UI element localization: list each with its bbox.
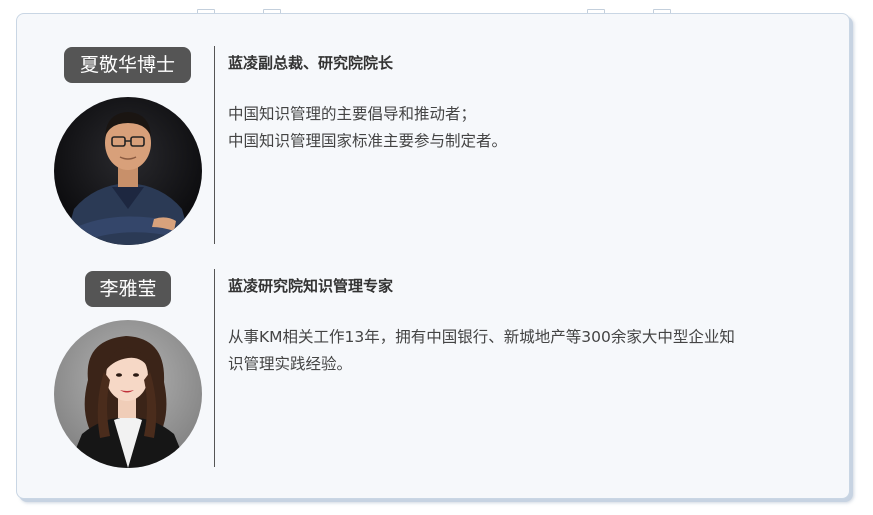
person-title: 蓝凌研究院知识管理专家 bbox=[228, 277, 394, 295]
divider-line bbox=[214, 269, 215, 467]
description-line: 中国知识管理国家标准主要参与制定者。 bbox=[228, 132, 508, 150]
avatar-woman-photo bbox=[54, 320, 202, 468]
avatar bbox=[54, 320, 202, 468]
name-badge: 李雅莹 bbox=[85, 271, 171, 307]
person-title: 蓝凌副总裁、研究院院长 bbox=[228, 54, 394, 72]
name-badge: 夏敬华博士 bbox=[64, 47, 191, 83]
avatar-man-photo bbox=[54, 97, 202, 245]
description-line: 识管理实践经验。 bbox=[228, 355, 353, 373]
person-description: 中国知识管理的主要倡导和推动者； 中国知识管理国家标准主要参与制定者。 bbox=[228, 101, 828, 155]
description-line: 从事KM相关工作13年，拥有中国银行、新城地产等300余家大中型企业知 bbox=[228, 328, 735, 346]
description-line: 中国知识管理的主要倡导和推动者； bbox=[228, 105, 477, 123]
divider-line bbox=[214, 46, 215, 244]
profile-card: 夏敬华博士 蓝凌副总裁、研究院院长 中国知识管理的主要倡导和推动者； 中国知识管… bbox=[16, 13, 850, 499]
person-description: 从事KM相关工作13年，拥有中国银行、新城地产等300余家大中型企业知 识管理实… bbox=[228, 324, 832, 378]
avatar bbox=[54, 97, 202, 245]
